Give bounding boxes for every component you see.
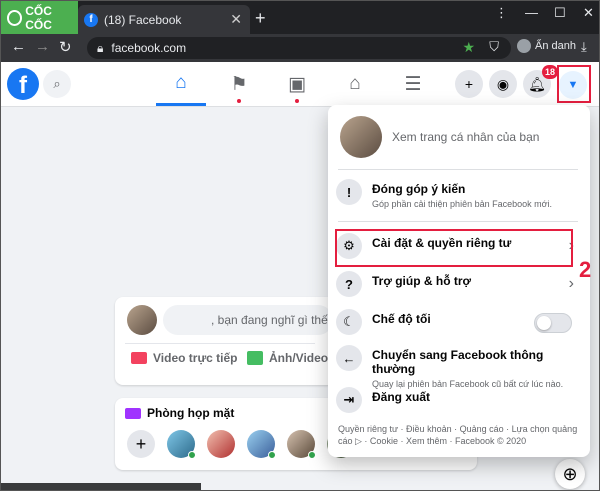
divider [338, 169, 578, 170]
coccoc-logo-icon [7, 9, 23, 26]
download-icon[interactable]: ⤓ [581, 39, 587, 55]
notification-badge: 18 [542, 65, 558, 79]
divider [338, 221, 578, 222]
flag-icon[interactable]: ⚑ [214, 62, 264, 106]
rooms-title-label: Phòng họp mặt [147, 406, 235, 420]
menu-item-title: Trợ giúp & hỗ trợ [372, 274, 472, 288]
photo-icon [247, 351, 263, 365]
avatar[interactable] [287, 430, 316, 459]
menu-item-dark-mode[interactable]: ☾ Chế độ tối [336, 309, 582, 335]
highlight-box-dropdown [557, 65, 591, 103]
minimize-icon[interactable]: — [525, 5, 538, 20]
arrow-left-circle-icon: ← [336, 345, 362, 371]
coccoc-brand[interactable]: CỐC CỐC [1, 1, 78, 34]
moon-icon: ☾ [336, 309, 362, 335]
browser-tab-bar: CỐC CỐC f (18) Facebook ✕ + ⋮ — ☐ ✕ [1, 1, 599, 34]
avatar[interactable] [247, 430, 276, 459]
live-video-button[interactable]: Video trực tiếp [131, 351, 238, 365]
divider [125, 343, 315, 344]
menu-item-title: Chế độ tối [372, 312, 431, 326]
facebook-header: f ⌕ ⌂ ⚑ ▣ ⌂ ☰ + ◉ 🔔︎ [1, 62, 599, 107]
online-indicator [188, 451, 196, 459]
photo-video-label: Ảnh/Video [269, 351, 329, 365]
tab-close-icon[interactable]: ✕ [230, 11, 242, 28]
screenshot-root: CỐC CỐC f (18) Facebook ✕ + ⋮ — ☐ ✕ ← → … [0, 0, 600, 491]
notification-dot [295, 99, 299, 103]
address-bar-row: ← → ↻ 🔒︎ facebook.com ★ ⛉ Ẩn danh ⤓ [1, 34, 599, 62]
maximize-icon[interactable]: ☐ [554, 5, 566, 21]
home-icon[interactable]: ⌂ [156, 62, 206, 106]
menu-footer-links[interactable]: Quyền riêng tư · Điều khoản · Quảng cáo … [338, 423, 578, 447]
room-video-icon [125, 407, 141, 419]
online-indicator [268, 451, 276, 459]
url-field[interactable]: 🔒︎ facebook.com ★ ⛉ [87, 37, 511, 59]
menu-item-feedback[interactable]: ! Đóng góp ý kiến Góp phần cải thiện phi… [336, 179, 582, 209]
tab-search-icon[interactable]: ⋮ [495, 5, 508, 21]
video-icon[interactable]: ▣ [272, 62, 322, 106]
shield-icon[interactable]: ⛉ [489, 39, 499, 55]
plus-icon[interactable]: + [455, 70, 483, 98]
status-strip [1, 483, 201, 490]
star-icon[interactable]: ★ [462, 39, 475, 56]
menu-item-logout[interactable]: ⇥ Đăng xuất [336, 387, 582, 413]
notification-dot [237, 99, 241, 103]
url-text: facebook.com [111, 41, 187, 55]
menu-item-title: Đăng xuất [372, 390, 431, 404]
incognito-label: Ẩn danh [535, 40, 576, 52]
feedback-icon: ! [336, 179, 362, 205]
menu-item-help-support[interactable]: ? Trợ giúp & hỗ trợ › [336, 271, 582, 297]
store-icon[interactable]: ⌂ [330, 62, 380, 106]
live-video-label: Video trực tiếp [153, 351, 238, 365]
messenger-icon[interactable]: ◉ [489, 70, 517, 98]
account-dropdown-menu: Xem trang cá nhân của bạn ! Đóng góp ý k… [328, 105, 590, 457]
new-message-button[interactable]: ⊕ [555, 459, 585, 489]
avatar [340, 116, 382, 158]
photo-video-button[interactable]: Ảnh/Video [247, 351, 328, 365]
reload-icon[interactable]: ↻ [59, 38, 72, 56]
rooms-title: Phòng họp mặt [125, 406, 234, 420]
toggle-knob [537, 316, 551, 330]
avatar[interactable] [207, 430, 235, 458]
video-camera-icon [131, 352, 147, 364]
chevron-right-icon: › [568, 275, 574, 292]
help-icon: ? [336, 271, 362, 297]
facebook-logo[interactable]: f [7, 68, 39, 100]
lock-icon: 🔒︎ [97, 40, 104, 55]
menu-item-switch-classic[interactable]: ← Chuyển sang Facebook thông thường Quay… [336, 345, 582, 389]
browser-tab[interactable]: f (18) Facebook ✕ [78, 5, 250, 34]
dark-mode-toggle[interactable] [534, 313, 572, 333]
search-icon[interactable]: ⌕ [43, 70, 71, 98]
avatar[interactable] [167, 430, 196, 459]
menu-icon[interactable]: ☰ [388, 62, 438, 106]
new-tab-button[interactable]: + [255, 8, 266, 29]
menu-item-subtitle: Góp phần cải thiện phiên bản Facebook mớ… [372, 199, 553, 209]
create-room-button[interactable]: + [127, 430, 155, 458]
post-composer: , bạn đang nghĩ gì thế Video trực tiếp Ả… [115, 297, 335, 385]
incognito-icon [517, 39, 531, 53]
arrow-right-icon[interactable]: → [35, 38, 50, 55]
highlight-box-settings [335, 229, 573, 267]
annotation-step-2: 2 [579, 257, 592, 282]
menu-item-title: Chuyển sang Facebook thông thường [372, 348, 544, 376]
view-profile-label: Xem trang cá nhân của bạn [392, 130, 540, 144]
brand-label: CỐC CỐC [25, 3, 52, 32]
online-indicator [308, 451, 316, 459]
arrow-left-icon[interactable]: ← [11, 38, 26, 55]
facebook-favicon-icon: f [84, 12, 98, 27]
avatar[interactable] [127, 305, 157, 335]
menu-item-title: Đóng góp ý kiến [372, 182, 466, 196]
view-profile-item[interactable]: Xem trang cá nhân của bạn [336, 111, 582, 163]
incognito-indicator[interactable]: Ẩn danh [517, 39, 576, 53]
logout-icon: ⇥ [336, 387, 362, 413]
status-input[interactable]: , bạn đang nghĩ gì thế [163, 305, 333, 335]
window-close-icon[interactable]: ✕ [583, 5, 594, 21]
tab-title: (18) Facebook [104, 12, 182, 27]
